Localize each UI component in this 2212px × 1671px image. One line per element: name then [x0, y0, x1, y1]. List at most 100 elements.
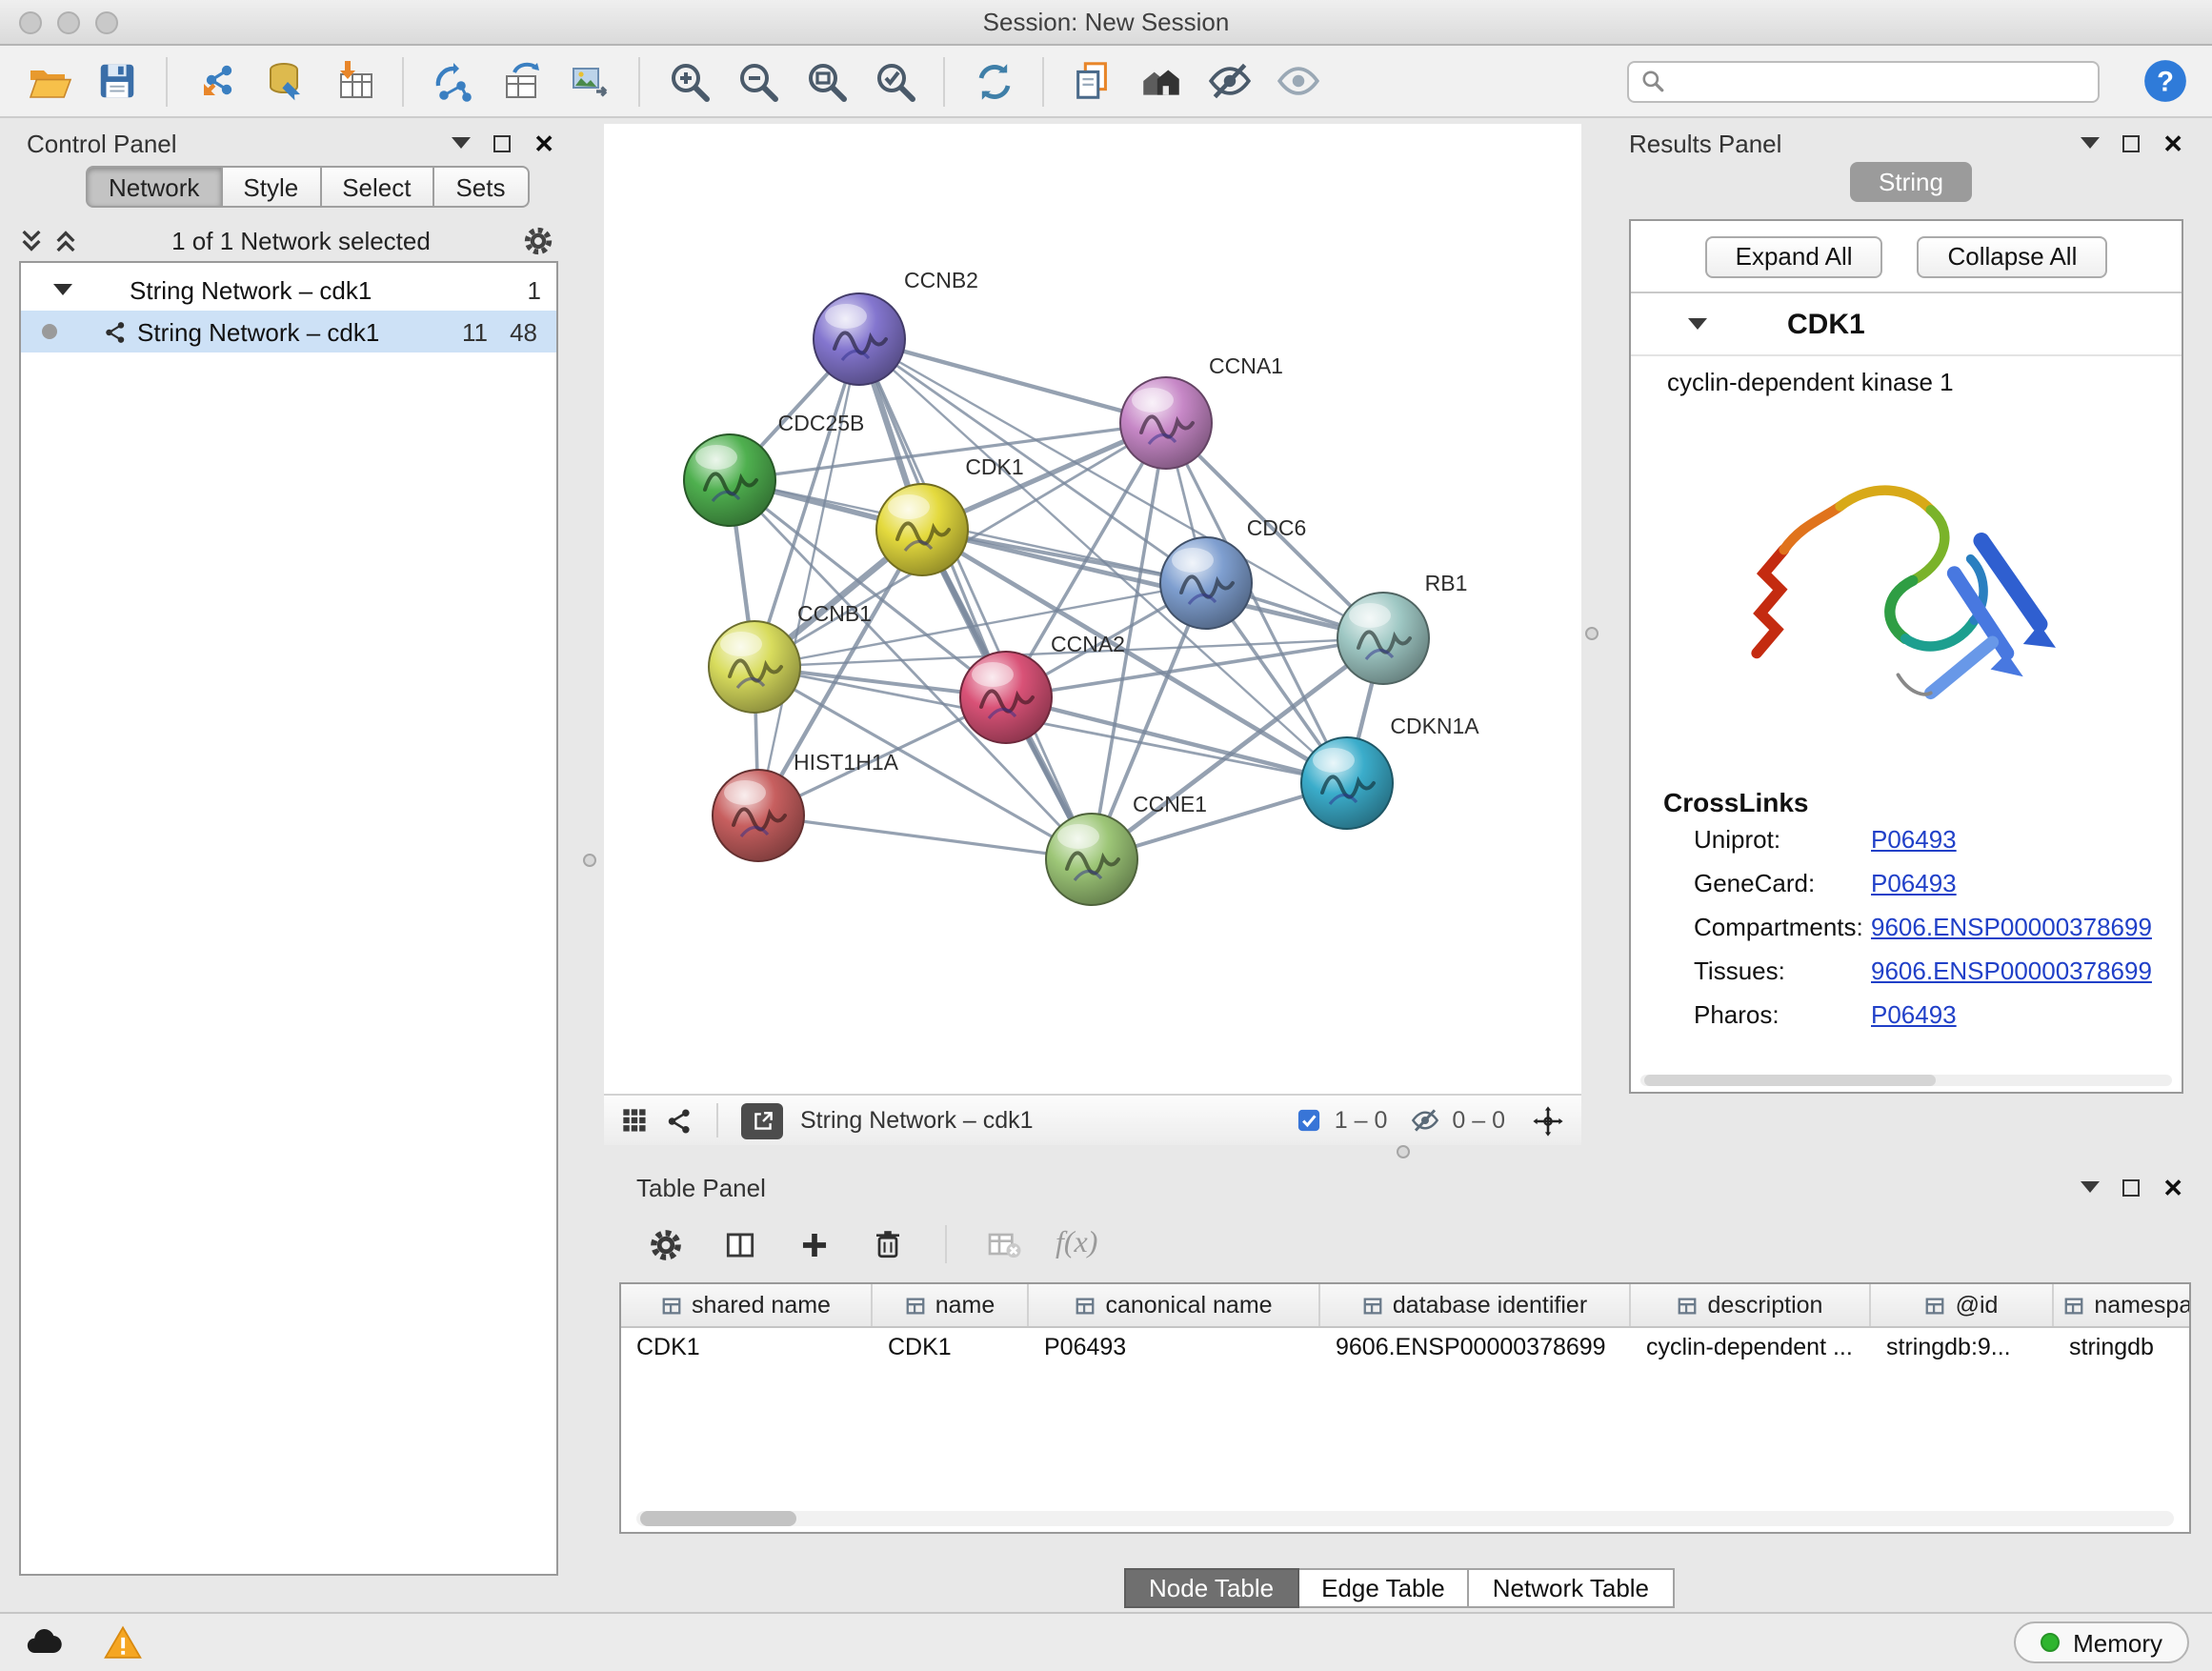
collection-expand-icon[interactable] — [53, 284, 72, 295]
search-field[interactable] — [1627, 60, 2100, 102]
import-network-from-file-button[interactable] — [191, 55, 242, 107]
memory-button[interactable]: Memory — [2014, 1621, 2189, 1663]
zoom-fit-button[interactable] — [800, 55, 852, 107]
scrollbar-thumb[interactable] — [640, 1511, 796, 1526]
panel-close-icon[interactable]: ✕ — [2162, 1175, 2183, 1199]
network-node-HIST1H1A[interactable]: HIST1H1A — [713, 750, 899, 861]
crosslink-link[interactable]: 9606.ENSP00000378699 — [1871, 913, 2152, 941]
tab-style[interactable]: Style — [222, 166, 321, 208]
cell-shared-name[interactable]: CDK1 — [621, 1328, 873, 1370]
results-tab-string[interactable]: String — [1850, 162, 1972, 202]
panel-menu-icon[interactable] — [2081, 137, 2100, 149]
section-collapse-icon[interactable] — [1688, 318, 1707, 330]
warning-icon[interactable] — [103, 1622, 143, 1662]
tab-network[interactable]: Network — [86, 166, 222, 208]
panel-float-icon[interactable] — [2122, 134, 2140, 151]
tab-edge-table[interactable]: Edge Table — [1298, 1568, 1470, 1608]
panel-menu-icon[interactable] — [452, 137, 471, 149]
edge-CCNB2-CCNE1[interactable] — [859, 339, 1092, 859]
crosslink-link[interactable]: P06493 — [1871, 825, 1957, 854]
hide-selected-button[interactable] — [1204, 55, 1256, 107]
cell-database-identifier[interactable]: 9606.ENSP00000378699 — [1320, 1328, 1631, 1370]
pan-crosshair-icon[interactable] — [1532, 1104, 1564, 1137]
protein-section-header[interactable]: CDK1 — [1631, 293, 2182, 356]
export-image-button[interactable] — [564, 55, 615, 107]
column-header--id[interactable]: @id — [1871, 1284, 2054, 1326]
open-in-new-button[interactable] — [741, 1102, 783, 1138]
documents-button[interactable] — [1067, 55, 1118, 107]
column-header-description[interactable]: description — [1631, 1284, 1871, 1326]
import-table-from-file-button[interactable] — [328, 55, 379, 107]
new-table-button[interactable] — [495, 55, 547, 107]
network-collection-row[interactable]: String Network – cdk1 1 — [21, 269, 556, 311]
collapse-all-icon[interactable] — [17, 226, 46, 254]
cell-name[interactable]: CDK1 — [873, 1328, 1029, 1370]
cell-namespace[interactable]: stringdb — [2054, 1328, 2191, 1370]
crosslink-link[interactable]: P06493 — [1871, 869, 1957, 897]
tab-sets[interactable]: Sets — [433, 166, 529, 208]
zoom-selected-button[interactable] — [869, 55, 920, 107]
new-network-from-selection-button[interactable] — [427, 55, 478, 107]
cell-description[interactable]: cyclin-dependent ... — [1631, 1328, 1871, 1370]
window-minimize-button[interactable] — [57, 11, 80, 34]
window-zoom-button[interactable] — [95, 11, 118, 34]
network-canvas[interactable]: CCNB2CCNA1CDC25BCDK1CDC6RB1CCNB1CCNA2CDK… — [604, 124, 1581, 1094]
panel-float-icon[interactable] — [493, 134, 511, 151]
column-header-database-identifier[interactable]: database identifier — [1320, 1284, 1631, 1326]
help-button[interactable]: ? — [2140, 56, 2189, 106]
open-session-button[interactable] — [23, 55, 74, 107]
zoom-in-button[interactable] — [663, 55, 714, 107]
zoom-out-button[interactable] — [732, 55, 783, 107]
network-node-CCNA1[interactable]: CCNA1 — [1120, 353, 1283, 469]
delete-table-button[interactable] — [981, 1221, 1027, 1267]
vertical-splitter-handle[interactable] — [583, 854, 596, 867]
network-node-CDK1[interactable]: CDK1 — [876, 454, 1024, 575]
table-settings-button[interactable] — [642, 1221, 688, 1267]
show-columns-button[interactable] — [716, 1221, 762, 1267]
function-builder-button[interactable]: f(x) — [1056, 1221, 1097, 1267]
search-input[interactable] — [1675, 68, 2086, 94]
delete-column-button[interactable] — [865, 1221, 911, 1267]
panel-float-icon[interactable] — [2122, 1178, 2140, 1196]
tab-node-table[interactable]: Node Table — [1124, 1568, 1298, 1608]
crosslink-link[interactable]: 9606.ENSP00000378699 — [1871, 956, 2152, 985]
tab-network-table[interactable]: Network Table — [1470, 1568, 1674, 1608]
tab-select[interactable]: Select — [321, 166, 433, 208]
vertical-splitter-handle[interactable] — [1585, 627, 1599, 640]
grid-icon[interactable] — [621, 1107, 648, 1134]
edge-HIST1H1A-CCNE1[interactable] — [758, 815, 1092, 859]
import-network-from-database-button[interactable] — [259, 55, 311, 107]
panel-close-icon[interactable]: ✕ — [533, 131, 554, 155]
share-network-icon[interactable] — [665, 1106, 694, 1135]
panel-close-icon[interactable]: ✕ — [2162, 131, 2183, 155]
save-session-button[interactable] — [91, 55, 143, 107]
table-row[interactable]: CDK1CDK1P064939606.ENSP00000378699cyclin… — [621, 1328, 2189, 1370]
collapse-all-button[interactable]: Collapse All — [1918, 235, 2108, 277]
cell--id[interactable]: stringdb:9... — [1871, 1328, 2054, 1370]
selected-checkbox-icon[interactable] — [1297, 1107, 1323, 1134]
column-header-shared-name[interactable]: shared name — [621, 1284, 873, 1326]
expand-all-button[interactable]: Expand All — [1705, 235, 1883, 277]
column-header-name[interactable]: name — [873, 1284, 1029, 1326]
results-horizontal-scrollbar[interactable] — [1640, 1075, 2172, 1086]
hidden-eye-slash-icon[interactable] — [1410, 1105, 1440, 1136]
network-row[interactable]: String Network – cdk1 11 48 — [21, 311, 556, 352]
network-node-CDKN1A[interactable]: CDKN1A — [1301, 714, 1479, 829]
expand-all-icon[interactable] — [51, 226, 80, 254]
home-button[interactable] — [1136, 55, 1187, 107]
gear-icon[interactable] — [522, 224, 554, 256]
cell-canonical-name[interactable]: P06493 — [1029, 1328, 1320, 1370]
horizontal-splitter-handle[interactable] — [1397, 1145, 1410, 1158]
show-all-button[interactable] — [1273, 55, 1324, 107]
create-column-button[interactable] — [791, 1221, 836, 1267]
apply-layout-button[interactable] — [968, 55, 1019, 107]
window-close-button[interactable] — [19, 11, 42, 34]
column-header-namespace[interactable]: namespace — [2054, 1284, 2191, 1326]
cloud-icon[interactable] — [23, 1621, 65, 1663]
column-header-canonical-name[interactable]: canonical name — [1029, 1284, 1320, 1326]
network-node-CCNB2[interactable]: CCNB2 — [814, 268, 978, 385]
network-node-RB1[interactable]: RB1 — [1337, 571, 1467, 684]
network-graph[interactable]: CCNB2CCNA1CDC25BCDK1CDC6RB1CCNB1CCNA2CDK… — [604, 124, 1581, 1094]
table-horizontal-scrollbar[interactable] — [636, 1511, 2174, 1526]
network-node-CDC6[interactable]: CDC6 — [1160, 515, 1306, 629]
